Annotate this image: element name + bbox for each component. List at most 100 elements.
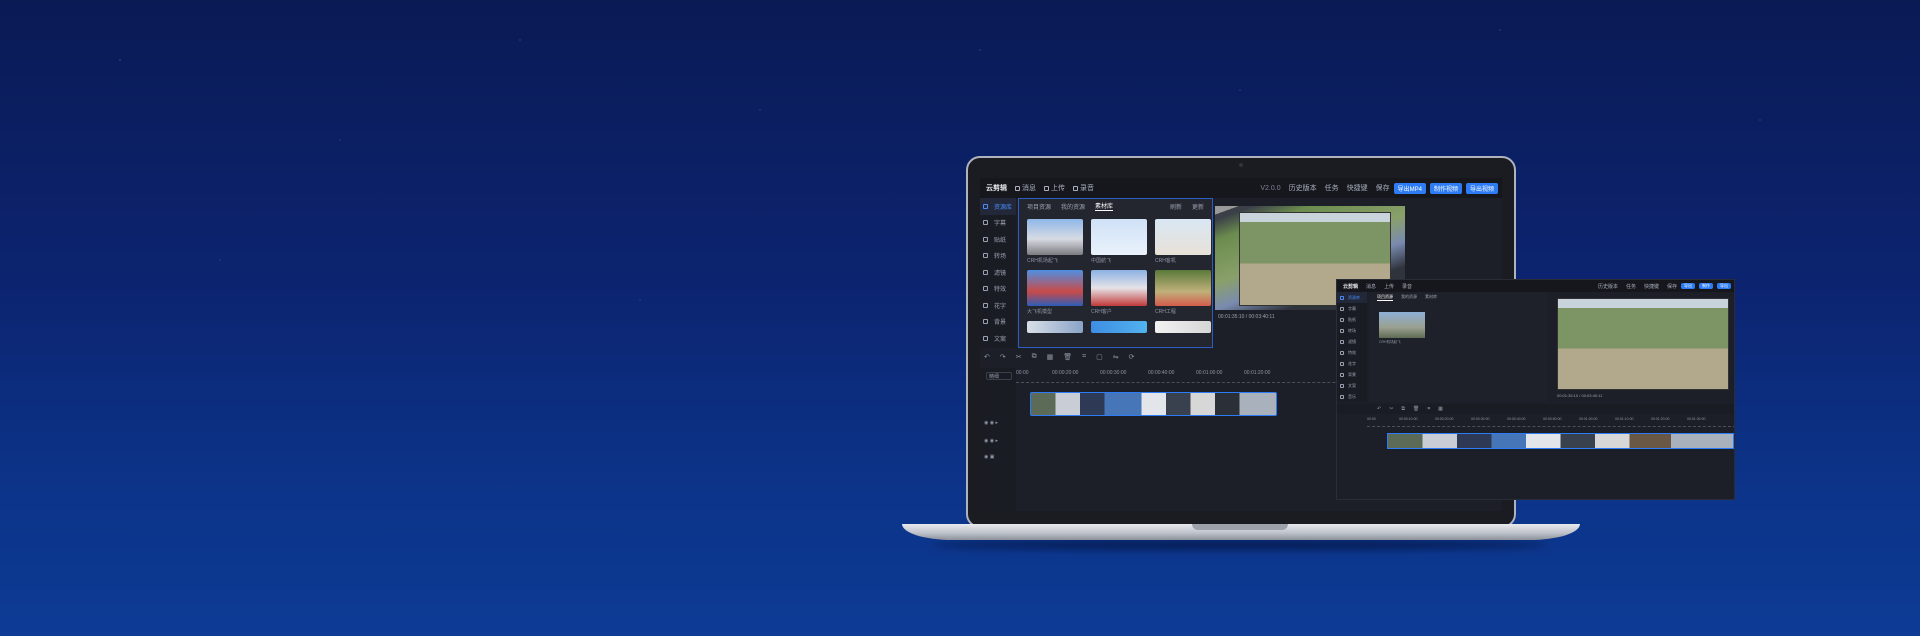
video-track-clip[interactable] [1030, 392, 1277, 416]
secondary-video-track-clip[interactable] [1387, 433, 1734, 449]
tab-project[interactable]: 项目资源 [1377, 294, 1393, 301]
tab-library[interactable]: 素材库 [1095, 201, 1114, 211]
thumbnail [1155, 270, 1211, 306]
secondary-shortcut[interactable]: 快捷键 [1644, 283, 1659, 290]
list-item[interactable]: CRH客户 [1091, 270, 1147, 315]
history-button[interactable]: 历史版本 [1289, 183, 1317, 193]
secondary-make-button[interactable]: 制作 [1699, 283, 1713, 289]
track-header-2[interactable]: ◉ ◉ ▸ [984, 438, 998, 444]
sidebar-item-subtitle[interactable]: 字幕 [980, 215, 1016, 232]
secondary-export-button[interactable]: 导出 [1681, 283, 1695, 289]
export-video-button[interactable]: 导出视频 [1465, 182, 1498, 194]
shortcut-button[interactable]: 快捷键 [1347, 183, 1368, 193]
list-item[interactable]: CRH客机 [1155, 219, 1211, 264]
list-item[interactable]: 大飞机模型 [1027, 270, 1083, 315]
freeze-icon[interactable]: ▢ [1096, 353, 1103, 361]
copy-icon[interactable]: ⧉ [1401, 406, 1405, 412]
task-button[interactable]: 任务 [1325, 183, 1339, 193]
thumbnail [1091, 219, 1147, 255]
list-item[interactable]: CRH机场起飞 [1027, 219, 1083, 264]
library-icon [1340, 295, 1344, 300]
track-header-3[interactable]: ◉ ▣ [984, 454, 994, 460]
tab-mine[interactable]: 我的资源 [1061, 202, 1085, 211]
toolbar-message[interactable]: 消息 [1015, 183, 1036, 193]
ruler-tick-label: 00:01:30:00 [1687, 417, 1706, 421]
zoom-select[interactable]: 精细 [986, 372, 1012, 380]
sidebar-item-sticker[interactable]: 贴纸 [980, 231, 1016, 248]
ruler-tick-label: 00:01:00:00 [1579, 417, 1598, 421]
sidebar-item-transition[interactable]: 转场 [1337, 325, 1367, 336]
sidebar-item-filter[interactable]: 滤镜 [1337, 336, 1367, 347]
secondary-toolbar-upload[interactable]: 上传 [1384, 283, 1394, 290]
list-item[interactable]: CRH工程 [1155, 270, 1211, 315]
make-video-button[interactable]: 制作视频 [1429, 182, 1462, 194]
secondary-preview[interactable] [1557, 298, 1729, 390]
track-headers: 精细 ◉ ◉ ▸ ◉ ◉ ▸ ◉ ▣ [980, 368, 1016, 511]
tab-mine[interactable]: 我的资源 [1401, 294, 1417, 300]
thumbnail[interactable] [1379, 312, 1425, 338]
sidebar-item-subtitle[interactable]: 字幕 [1337, 303, 1367, 314]
toolbar-record[interactable]: 录音 [1073, 183, 1094, 193]
list-item[interactable]: 中国航飞 [1091, 219, 1147, 264]
secondary-history[interactable]: 历史版本 [1598, 283, 1618, 290]
tab-library[interactable]: 素材库 [1425, 294, 1437, 300]
filter-icon [983, 269, 988, 275]
update-dropdown[interactable]: 更新 [1192, 202, 1204, 211]
sidebar-item-copy[interactable]: 文案 [1337, 380, 1367, 391]
track-header-1[interactable]: ◉ ◉ ▸ [984, 420, 998, 426]
cut-icon[interactable]: ✂ [1389, 406, 1393, 412]
secondary-toolbar-message[interactable]: 消息 [1366, 283, 1376, 290]
secondary-tabs: 项目资源 我的资源 素材库 [1369, 292, 1547, 302]
sticker-icon [983, 236, 988, 242]
transition-icon [1340, 328, 1344, 333]
camera-dot [1239, 163, 1243, 167]
sidebar-item-background[interactable]: 背景 [1337, 369, 1367, 380]
sidebar-item-library[interactable]: 资源库 [980, 198, 1016, 215]
list-item[interactable] [1027, 321, 1083, 333]
secondary-save[interactable]: 保存 [1667, 283, 1677, 290]
rotate-icon[interactable]: ⟳ [1129, 353, 1135, 361]
delete-icon[interactable]: 🗑 [1063, 353, 1072, 361]
app-title: 云剪辑 [986, 185, 1007, 192]
secondary-export2-button[interactable]: 导出 [1717, 283, 1731, 289]
secondary-task[interactable]: 任务 [1626, 283, 1636, 290]
mirror-icon[interactable]: ⇋ [1113, 353, 1119, 361]
thumbnail [1027, 321, 1083, 333]
tab-project[interactable]: 项目资源 [1027, 202, 1051, 211]
undo-icon[interactable]: ↶ [1377, 406, 1381, 412]
copy-icon[interactable]: ⧉ [1032, 353, 1037, 361]
save-button[interactable]: 保存 [1376, 183, 1390, 193]
sidebar-item-music[interactable]: 音乐 [1337, 391, 1367, 402]
export-mp4-button[interactable]: 导出MP4 [1393, 182, 1426, 194]
secondary-toolbar: 云剪辑 消息 上传 录音 历史版本 任务 快捷键 保存 导出 制作 导出 [1337, 280, 1734, 292]
crop-icon[interactable]: ⌗ [1427, 406, 1430, 412]
delete-icon[interactable]: 🗑 [1413, 406, 1419, 412]
sidebar-item-sticker[interactable]: 贴纸 [1337, 314, 1367, 325]
sidebar-item-fancy-text[interactable]: 花字 [1337, 358, 1367, 369]
sidebar-item-background[interactable]: 背景 [980, 314, 1016, 331]
list-item[interactable] [1091, 321, 1147, 333]
cut-icon[interactable]: ✂ [1016, 353, 1022, 361]
sidebar-item-effect[interactable]: 特效 [1337, 347, 1367, 358]
effect-icon [983, 286, 988, 292]
sidebar-item-fancy-text[interactable]: 花字 [980, 297, 1016, 314]
redo-icon[interactable]: ↷ [1000, 353, 1006, 361]
thumbnail-grid: CRH机场起飞 中国航飞 CRH客机 大飞机模型 CRH客户 CRH工程 [1019, 213, 1212, 339]
version-label: V2.0.0 [1260, 184, 1281, 192]
undo-icon[interactable]: ↶ [984, 353, 990, 361]
sidebar-item-filter[interactable]: 滤镜 [980, 264, 1016, 281]
list-item[interactable] [1155, 321, 1211, 333]
toolbar-upload[interactable]: 上传 [1044, 183, 1065, 193]
refresh-button[interactable]: 刷新 [1170, 202, 1182, 211]
sidebar-item-transition[interactable]: 转场 [980, 248, 1016, 265]
crop-icon[interactable]: ⌗ [1082, 353, 1086, 361]
thumbnail [1091, 321, 1147, 333]
secondary-toolbar-record[interactable]: 录音 [1402, 283, 1412, 290]
thumbnail [1027, 270, 1083, 306]
sidebar-item-library[interactable]: 资源库 [1337, 292, 1367, 303]
ruler-tick-label: 00:00:40:00 [1507, 417, 1526, 421]
sidebar-item-effect[interactable]: 特效 [980, 281, 1016, 298]
split-icon[interactable]: ▦ [1047, 353, 1054, 361]
sidebar-item-copy[interactable]: 文案 [980, 330, 1016, 347]
split-icon[interactable]: ▦ [1438, 406, 1443, 412]
